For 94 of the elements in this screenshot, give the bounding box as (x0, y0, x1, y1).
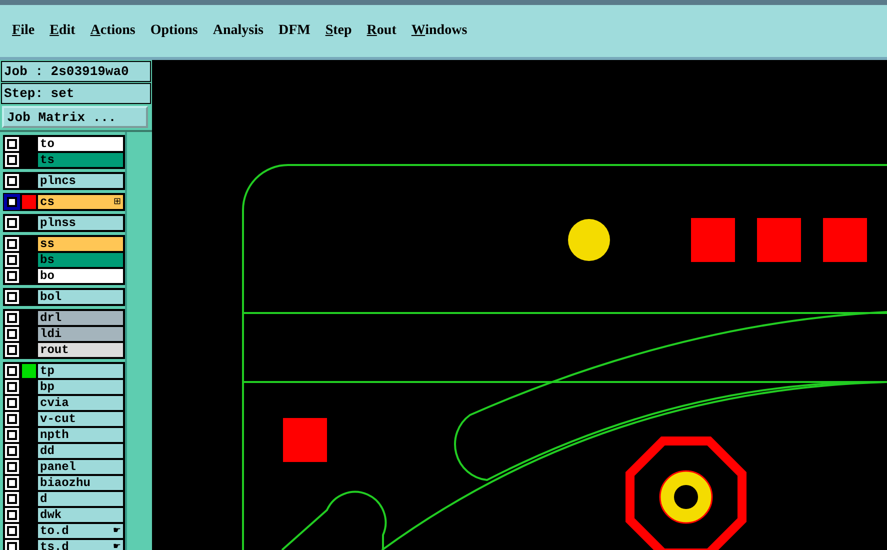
layer-checkbox[interactable] (4, 475, 20, 491)
layer-row[interactable]: cvia (4, 395, 124, 411)
menu-item[interactable]: Actions (90, 23, 136, 39)
layer-checkbox[interactable] (4, 395, 20, 411)
layer-name: tp (40, 364, 54, 378)
layer-name: cvia (40, 396, 69, 410)
layer-name: plncs (40, 174, 76, 188)
layer-name: v-cut (40, 412, 76, 426)
layer-name: to.d (40, 524, 69, 538)
layer-row[interactable]: bo (4, 268, 124, 284)
layer-checkbox[interactable] (4, 136, 20, 152)
layer-checkbox[interactable] (4, 459, 20, 475)
layer-row[interactable]: ss (4, 236, 124, 252)
job-label: Job : 2s03919wa0 (1, 61, 151, 82)
layer-flag-glyph: ⊞ (113, 197, 121, 207)
layer-checkbox[interactable] (4, 289, 20, 305)
menu-item[interactable]: File (12, 23, 35, 39)
layer-row[interactable]: drl (4, 310, 124, 326)
menu-item[interactable]: Rout (366, 23, 396, 39)
layer-checkbox[interactable] (4, 363, 20, 379)
layer-checkbox[interactable] (4, 215, 20, 231)
layer-flag-glyph: ☛ (112, 526, 121, 536)
layer-row[interactable]: ldi (4, 326, 124, 342)
layer-name: bo (40, 269, 54, 283)
layer-row[interactable]: d (4, 491, 124, 507)
layer-row[interactable]: panel (4, 459, 124, 475)
layer-name: dwk (40, 508, 62, 522)
layer-checkbox[interactable] (4, 507, 20, 523)
layer-checkbox[interactable] (4, 491, 20, 507)
layer-checkbox[interactable] (4, 268, 20, 284)
square-pad (757, 218, 801, 262)
layer-name: biaozhu (40, 476, 90, 490)
layer-color-swatch[interactable] (22, 364, 36, 378)
menu-item[interactable]: Step (325, 23, 352, 39)
layer-checkbox[interactable] (4, 236, 20, 252)
layer-checkbox[interactable] (4, 411, 20, 427)
layer-checkbox[interactable] (4, 326, 20, 342)
layer-name: bp (40, 380, 54, 394)
layer-checkbox[interactable] (4, 342, 20, 358)
layer-name: bs (40, 253, 54, 267)
round-pad (568, 219, 610, 261)
layer-name: d (40, 492, 48, 506)
layer-checkbox[interactable] (4, 310, 20, 326)
layer-flag-glyph: ☛ (112, 542, 121, 550)
layer-row[interactable]: plncs (4, 173, 124, 189)
layer-name: ts (40, 153, 54, 167)
layer-row[interactable]: rout (4, 342, 124, 358)
layer-row[interactable]: npth (4, 427, 124, 443)
via-pad (659, 470, 713, 524)
layer-name: to (40, 137, 54, 151)
menu-item[interactable]: Options (150, 23, 198, 39)
menu-item[interactable]: DFM (278, 23, 310, 39)
layer-color-swatch[interactable] (22, 195, 36, 209)
job-matrix-button[interactable]: Job Matrix ... (2, 106, 148, 128)
layer-row[interactable]: v-cut (4, 411, 124, 427)
layer-name: plnss (40, 216, 76, 230)
square-pad (823, 218, 867, 262)
square-pad (283, 418, 327, 462)
layer-checkbox[interactable] (4, 173, 20, 189)
layer-row[interactable]: bp (4, 379, 124, 395)
layer-row[interactable]: bs (4, 252, 124, 268)
layer-name: panel (40, 460, 76, 474)
layer-name: dd (40, 444, 54, 458)
layer-row[interactable]: dd (4, 443, 124, 459)
layer-name: npth (40, 428, 69, 442)
menu-item[interactable]: Edit (50, 23, 76, 39)
square-pad (691, 218, 735, 262)
layer-checkbox[interactable] (4, 152, 20, 168)
layer-checkbox[interactable] (4, 194, 20, 210)
layer-row[interactable]: ts.d ☛ (4, 539, 124, 550)
layer-row[interactable]: ts (4, 152, 124, 168)
menu-item[interactable]: Analysis (212, 23, 264, 39)
layer-checkbox[interactable] (4, 443, 20, 459)
layer-name: rout (40, 343, 69, 357)
layer-name: ldi (40, 327, 62, 341)
layer-checkbox[interactable] (4, 523, 20, 539)
layer-row[interactable]: cs ⊞ (4, 194, 124, 210)
layer-row[interactable]: biaozhu (4, 475, 124, 491)
layer-checkbox[interactable] (4, 379, 20, 395)
layer-name: ss (40, 237, 54, 251)
layer-checkbox[interactable] (4, 427, 20, 443)
layer-name: cs (40, 195, 54, 209)
layer-checkbox[interactable] (4, 252, 20, 268)
menu-item[interactable]: Windows (411, 23, 468, 39)
layer-row[interactable]: to.d ☛ (4, 523, 124, 539)
layer-row[interactable]: tp (4, 363, 124, 379)
layer-row[interactable]: plnss (4, 215, 124, 231)
step-label: Step: set (1, 83, 151, 104)
layer-name: ts.d (40, 540, 69, 550)
layer-name: bol (40, 290, 62, 304)
layer-row[interactable]: dwk (4, 507, 124, 523)
layer-row[interactable]: bol (4, 289, 124, 305)
layer-name: drl (40, 311, 62, 325)
layer-row[interactable]: to (4, 136, 124, 152)
